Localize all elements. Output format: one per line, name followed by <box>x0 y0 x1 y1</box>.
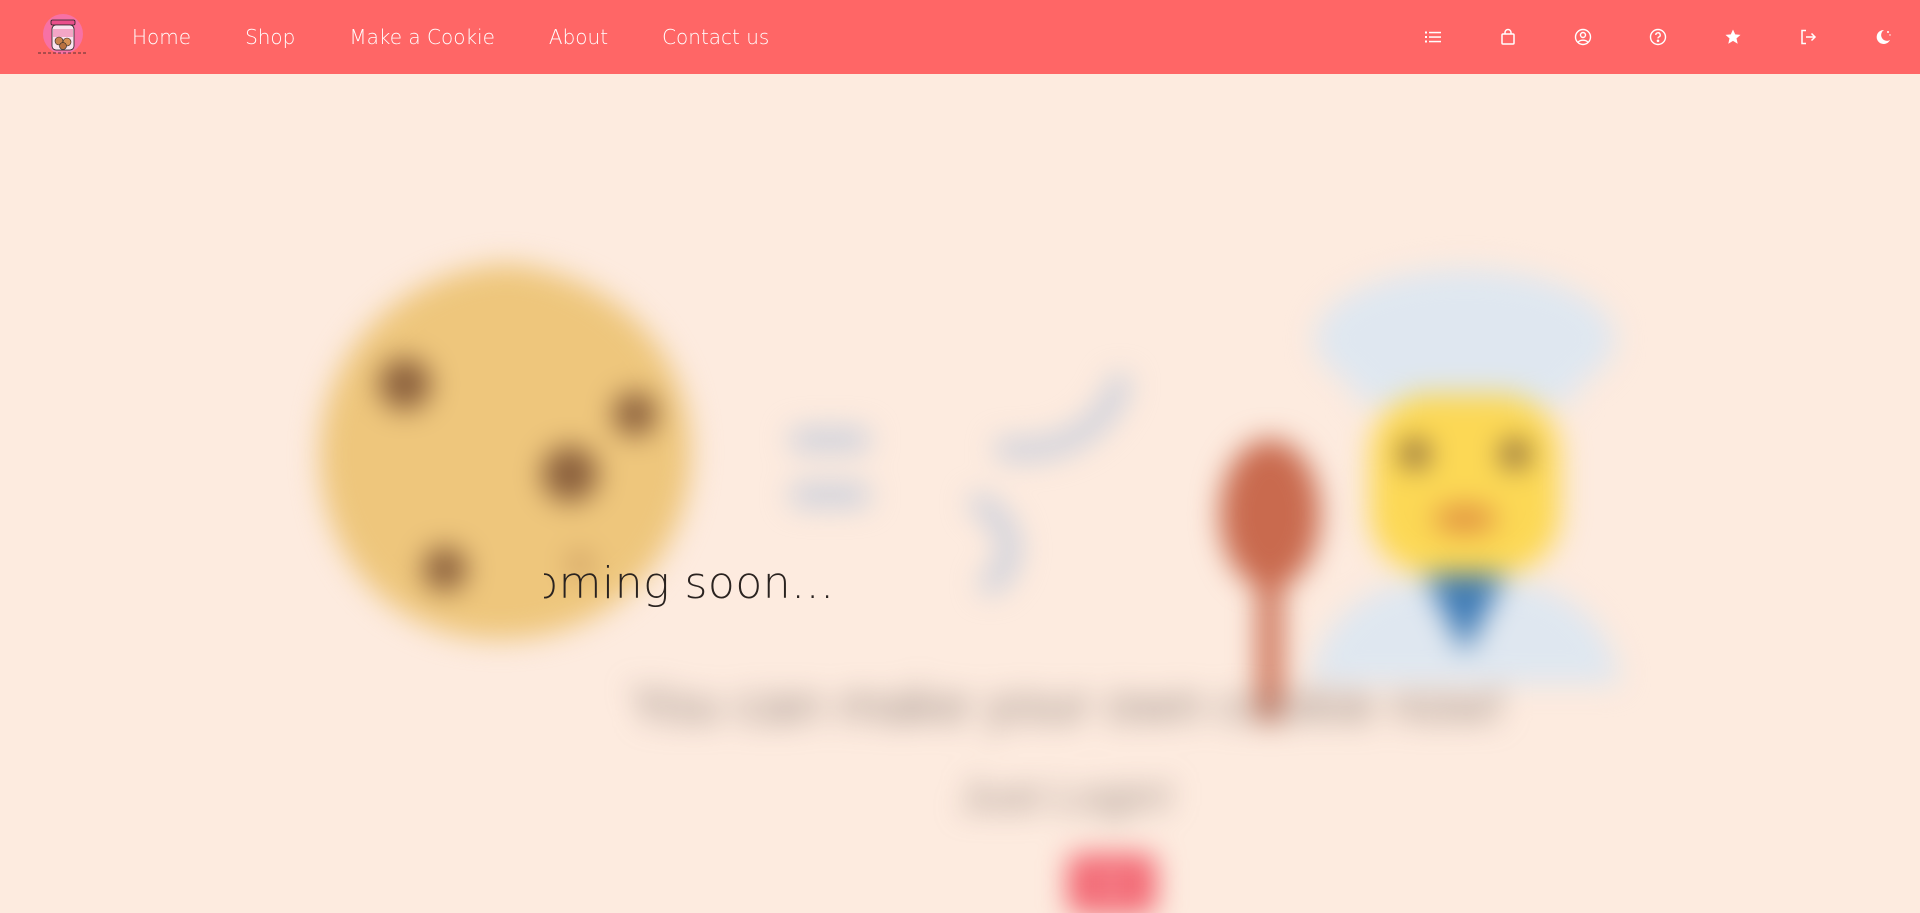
nav-make-a-cookie[interactable]: Make a Cookie <box>349 25 495 49</box>
logout-icon[interactable] <box>1795 24 1821 50</box>
list-icon[interactable] <box>1420 24 1446 50</box>
star-icon[interactable] <box>1720 24 1746 50</box>
nav-contact-us[interactable]: Contact us <box>662 25 769 49</box>
chef-icon <box>1310 269 1620 684</box>
shopping-bag-icon[interactable] <box>1495 24 1521 50</box>
go-button[interactable]: Go <box>1068 854 1156 913</box>
user-circle-icon[interactable] <box>1570 24 1596 50</box>
arrows-icon <box>970 374 1130 594</box>
top-navbar: Home Shop Make a Cookie About Contact us <box>0 0 1920 74</box>
theme-toggle-icon[interactable] <box>1870 24 1896 50</box>
nav-home[interactable]: Home <box>132 25 191 49</box>
cookie-jar-logo-icon[interactable] <box>36 14 90 56</box>
equals-icon <box>790 429 870 506</box>
help-circle-icon[interactable] <box>1645 24 1671 50</box>
login-prompt: Just Login! <box>960 772 1173 821</box>
hero-tagline: You can make your own cookie now! <box>630 675 1505 735</box>
coming-soon-heading: Coming soon... <box>500 558 835 609</box>
nav-shop[interactable]: Shop <box>245 25 295 49</box>
blurred-background: You can make your own cookie now! Just L… <box>0 74 1920 913</box>
hero-section: You can make your own cookie now! Just L… <box>0 74 1920 913</box>
nav-about[interactable]: About <box>549 25 608 49</box>
nav-icon-bar <box>1371 0 1896 74</box>
main-nav: Home Shop Make a Cookie About Contact us <box>132 0 823 74</box>
